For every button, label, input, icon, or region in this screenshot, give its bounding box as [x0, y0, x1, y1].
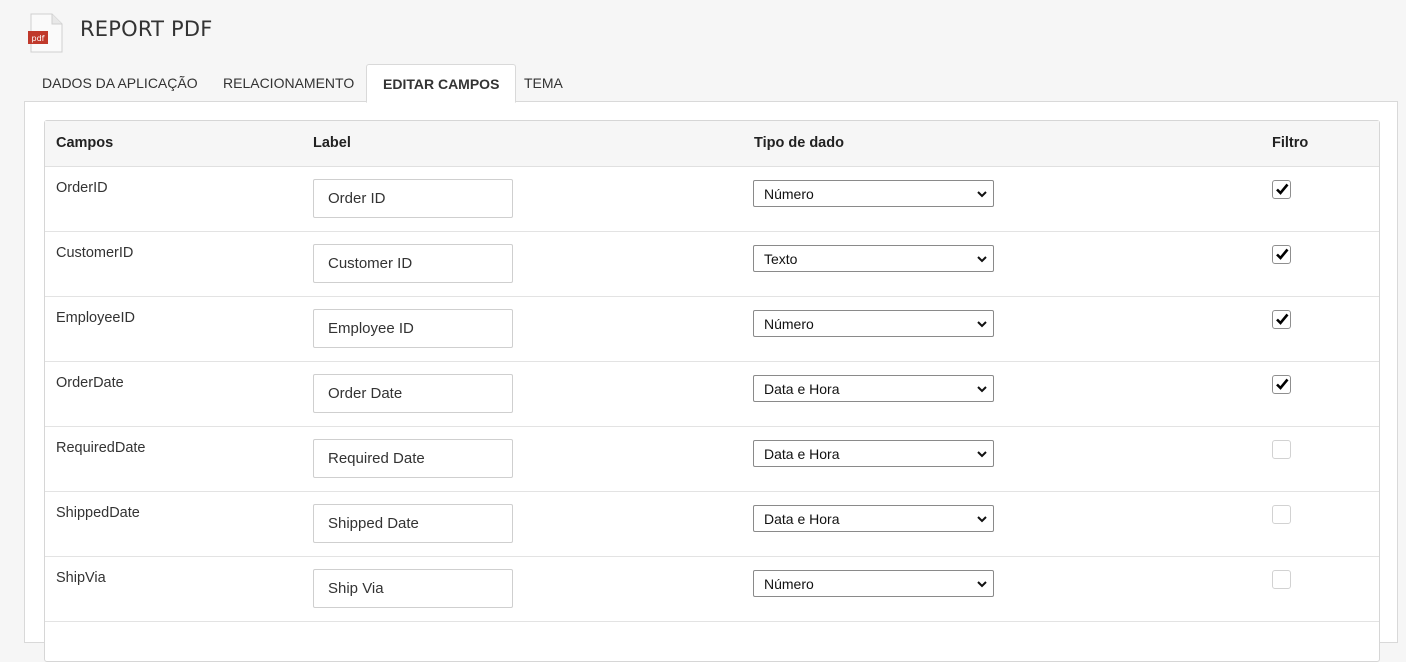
tab-relacionamento[interactable]: RELACIONAMENTO — [207, 64, 370, 101]
data-type-selected-value: Data e Hora — [764, 381, 840, 397]
checkmark-icon — [1276, 248, 1289, 260]
tab-tema[interactable]: TEMA — [508, 64, 579, 101]
filter-checkbox[interactable] — [1272, 505, 1291, 524]
filter-checkbox[interactable] — [1272, 570, 1291, 589]
label-input[interactable] — [313, 179, 513, 218]
checkmark-icon — [1276, 313, 1289, 325]
tab-editar-campos[interactable]: EDITAR CAMPOS — [366, 64, 517, 103]
chevron-down-icon — [977, 516, 987, 523]
filter-checkbox[interactable] — [1272, 375, 1291, 394]
column-header-label: Label — [313, 135, 351, 151]
checkmark-icon — [1276, 378, 1289, 390]
data-type-selected-value: Data e Hora — [764, 446, 840, 462]
chevron-down-icon — [977, 321, 987, 328]
data-type-select[interactable]: Data e Hora — [753, 505, 994, 532]
label-input[interactable] — [313, 569, 513, 608]
label-input[interactable] — [313, 309, 513, 348]
fields-table: Campos Label Tipo de dado Filtro OrderID… — [44, 120, 1380, 662]
data-type-select[interactable]: Texto — [753, 245, 994, 272]
table-row: CustomerID Texto — [45, 232, 1379, 297]
pdf-file-icon: pdf — [28, 13, 63, 53]
data-type-select[interactable]: Data e Hora — [753, 440, 994, 467]
table-row: OrderDate Data e Hora — [45, 362, 1379, 427]
page-title: REPORT PDF — [80, 17, 213, 41]
field-name: ShippedDate — [56, 505, 140, 521]
column-header-campos: Campos — [56, 135, 114, 151]
data-type-selected-value: Número — [764, 316, 814, 332]
table-row: EmployeeID Número — [45, 297, 1379, 362]
field-name: ShipVia — [56, 570, 106, 586]
column-header-filtro: Filtro — [1272, 135, 1309, 151]
label-input[interactable] — [313, 374, 513, 413]
chevron-down-icon — [977, 386, 987, 393]
page-header: pdf REPORT PDF — [0, 0, 1406, 62]
chevron-down-icon — [977, 191, 987, 198]
data-type-selected-value: Número — [764, 576, 814, 592]
checkmark-icon — [1276, 183, 1289, 195]
filter-checkbox[interactable] — [1272, 180, 1291, 199]
data-type-select[interactable]: Data e Hora — [753, 375, 994, 402]
tab-content-panel: Campos Label Tipo de dado Filtro OrderID… — [24, 101, 1398, 662]
table-row: OrderID Número — [45, 167, 1379, 232]
chevron-down-icon — [977, 581, 987, 588]
label-input[interactable] — [313, 504, 513, 543]
field-name: OrderDate — [56, 375, 124, 391]
field-name: CustomerID — [56, 245, 134, 261]
label-input[interactable] — [313, 244, 513, 283]
table-row: RequiredDate Data e Hora — [45, 427, 1379, 492]
field-name: RequiredDate — [56, 440, 146, 456]
tab-dados-da-aplicacao[interactable]: DADOS DA APLICAÇÃO — [26, 64, 214, 101]
table-header: Campos Label Tipo de dado Filtro — [45, 121, 1379, 167]
filter-checkbox[interactable] — [1272, 245, 1291, 264]
chevron-down-icon — [977, 451, 987, 458]
data-type-selected-value: Texto — [764, 251, 798, 267]
filter-checkbox[interactable] — [1272, 440, 1291, 459]
field-name: OrderID — [56, 180, 108, 196]
svg-text:pdf: pdf — [32, 34, 45, 43]
data-type-select[interactable]: Número — [753, 180, 994, 207]
data-type-selected-value: Número — [764, 186, 814, 202]
column-header-tipo-de-dado: Tipo de dado — [754, 135, 844, 151]
table-row: ShippedDate Data e Hora — [45, 492, 1379, 557]
data-type-select[interactable]: Número — [753, 570, 994, 597]
data-type-select[interactable]: Número — [753, 310, 994, 337]
filter-checkbox[interactable] — [1272, 310, 1291, 329]
table-row: ShipVia Número — [45, 557, 1379, 622]
field-name: EmployeeID — [56, 310, 135, 326]
chevron-down-icon — [977, 256, 987, 263]
label-input[interactable] — [313, 439, 513, 478]
data-type-selected-value: Data e Hora — [764, 511, 840, 527]
